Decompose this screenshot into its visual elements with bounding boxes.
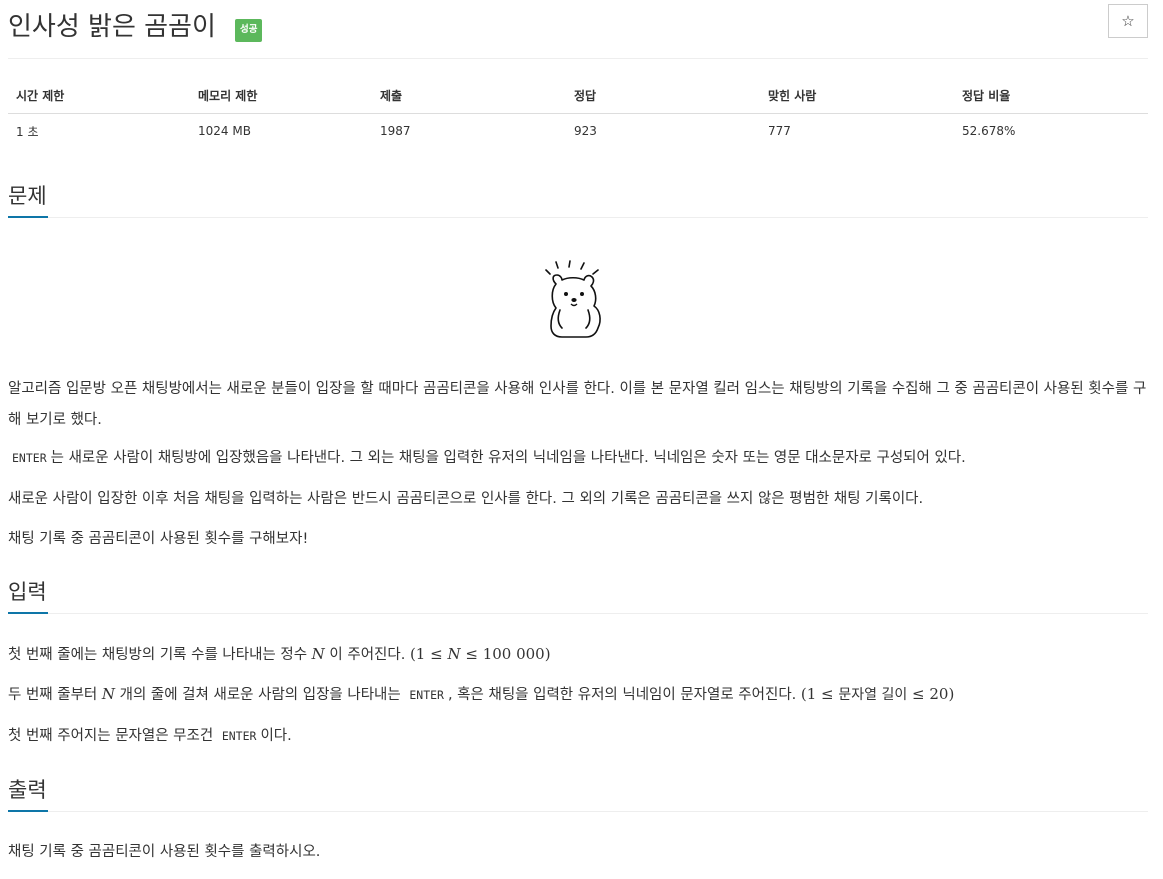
input-line-3-text-b: 이다. [260, 728, 292, 744]
problem-paragraph-2-text: 는 새로운 사람이 채팅방에 입장했음을 나타낸다. 그 외는 채팅을 입력한 … [50, 450, 966, 466]
accept-ratio-value: 52.678% [962, 124, 1016, 139]
header-memory-limit: 메모리 제한 [190, 78, 372, 114]
header-accept-ratio: 정답 비율 [954, 78, 1148, 114]
header-solved-users: 맞힌 사람 [760, 78, 954, 114]
input-constraint-1: (1 ≤ N ≤ 100 000) [409, 645, 551, 663]
accepted-value: 923 [574, 124, 597, 139]
header-submissions: 제출 [372, 78, 566, 114]
title-row: 인사성 밝은 곰곰이 성공 ☆ [8, 4, 1148, 44]
section-divider [8, 217, 1148, 218]
time-limit-value: 1 초 [16, 124, 39, 139]
input-line-3-text-a: 첫 번째 주어지는 문자열은 무조건 [8, 728, 214, 744]
section-title-output: 출력 [8, 778, 47, 802]
input-constraint-2: (1 ≤ 문자열 길이 ≤ 20) [800, 685, 955, 703]
output-paragraph: 채팅 기록 중 곰곰티콘이 사용된 횟수를 출력하시오. [8, 844, 321, 860]
section-title-input: 입력 [8, 580, 47, 604]
section-accent [8, 810, 48, 812]
problem-paragraph-1: 알고리즘 입문방 오픈 채팅방에서는 새로운 분들이 입장을 할 때마다 곰곰티… [8, 381, 1147, 428]
enter-code: ENTER [221, 729, 257, 743]
problem-paragraph-3: 새로운 사람이 입장한 이후 처음 채팅을 입력하는 사람은 반드시 곰곰티콘으… [8, 491, 924, 507]
problem-paragraph-2: ENTER 는 새로운 사람이 채팅방에 입장했음을 나타낸다. 그 외는 채팅을… [8, 443, 1148, 474]
bear-illustration [545, 260, 601, 338]
problem-info-table: 시간 제한 메모리 제한 제출 정답 맞힌 사람 정답 비율 1 초 1024 … [8, 78, 1148, 149]
input-line-2-text-b: 개의 줄에 걸쳐 새로운 사람의 입장을 나타내는 [119, 687, 401, 703]
section-divider [8, 613, 1148, 614]
enter-code: ENTER [409, 688, 444, 702]
input-line-1-text-a: 첫 번째 줄에는 채팅방의 기록 수를 나타내는 정수 [8, 647, 308, 663]
section-accent [8, 216, 48, 218]
table-row: 1 초 1024 MB 1987 923 777 52.678% [8, 113, 1148, 149]
header-time-limit: 시간 제한 [8, 78, 190, 114]
var-n: N [311, 645, 325, 663]
section-divider [8, 811, 1148, 812]
input-line-2: 두 번째 줄부터 N 개의 줄에 걸쳐 새로운 사람의 입장을 나타내는 ENT… [8, 679, 1148, 711]
star-icon[interactable]: ☆ [1108, 4, 1148, 38]
page-title: 인사성 밝은 곰곰이 [8, 12, 216, 42]
enter-code: ENTER [12, 451, 47, 465]
solved-users-value: 777 [768, 124, 791, 139]
submissions-value: 1987 [380, 124, 411, 139]
header-accepted: 정답 [566, 78, 760, 114]
result-badge: 성공 [235, 19, 263, 42]
memory-limit-value: 1024 MB [198, 124, 251, 139]
input-line-2-text-c: , 혹은 채팅을 입력한 유저의 닉네임이 문자열로 주어진다. [447, 687, 797, 703]
section-accent [8, 612, 48, 614]
problem-paragraph-4: 채팅 기록 중 곰곰티콘이 사용된 횟수를 구해보자! [8, 531, 309, 547]
var-n: N [101, 685, 115, 703]
section-title-problem: 문제 [8, 184, 47, 208]
input-line-2-text-a: 두 번째 줄부터 [8, 687, 98, 703]
title-divider [8, 58, 1148, 59]
input-line-3: 첫 번째 주어지는 문자열은 무조건 ENTER 이다. [8, 721, 1148, 752]
input-line-1-text-b: 이 주어진다. [329, 647, 406, 663]
table-header-row: 시간 제한 메모리 제한 제출 정답 맞힌 사람 정답 비율 [8, 78, 1148, 114]
input-line-1: 첫 번째 줄에는 채팅방의 기록 수를 나타내는 정수 N 이 주어진다. (1… [8, 639, 1148, 671]
